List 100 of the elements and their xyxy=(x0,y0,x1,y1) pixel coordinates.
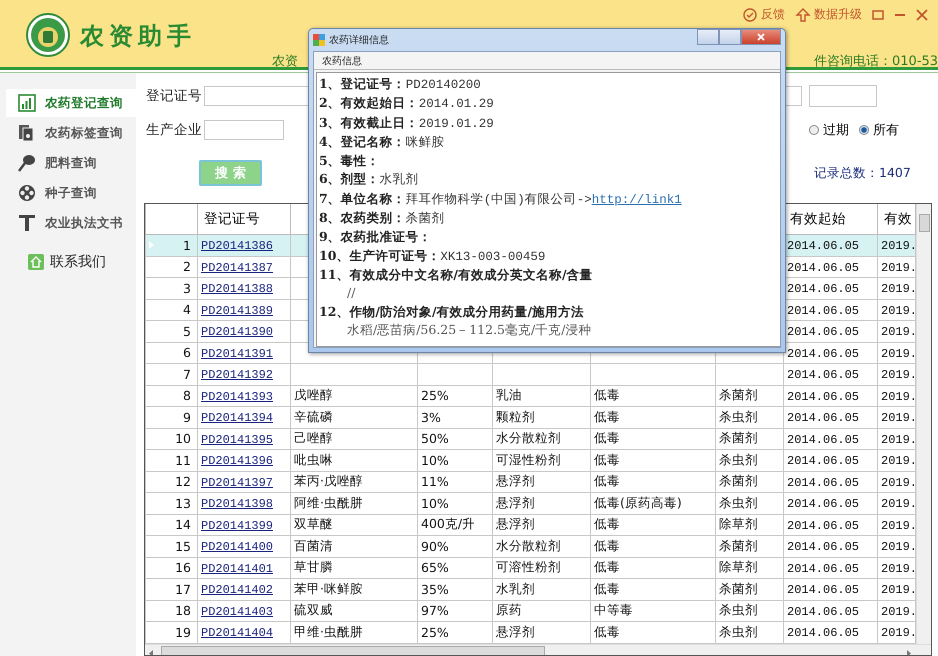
table-cell: 百菌清 xyxy=(294,538,333,553)
table-row[interactable]: 15 PD20141400 百菌清 90% 水分散粒剂 低毒 杀菌剂 2014.06.05 2019. xyxy=(146,536,916,557)
table-row[interactable]: 18 PD20141403 硫双威 97% 原药 中等毒 杀虫剂 2014.06.05 2019. xyxy=(146,600,916,622)
table-cell: 2019. xyxy=(881,476,914,490)
sidebar-item[interactable]: 农药登记查询 xyxy=(6,89,136,117)
feedback-button[interactable]: 反馈 xyxy=(742,6,785,23)
field-label: 登记证号 xyxy=(145,87,203,105)
table-cell: 杀菌剂 xyxy=(719,473,758,488)
column-header: 有效起始 xyxy=(790,211,846,227)
contact-link[interactable]: 联系我们 xyxy=(28,253,136,271)
table-cell: 2019. xyxy=(881,432,914,447)
marquee-text: 农资 xyxy=(272,53,298,70)
table-row[interactable]: 14 PD20141399 双草醚 400克/升 悬浮剂 低毒 除草剂 2014.06.05 2019. xyxy=(146,514,916,536)
radio-button[interactable] xyxy=(809,125,819,135)
table-cell: 辛硫磷 xyxy=(294,408,333,424)
spoon-icon xyxy=(18,154,36,172)
table-row[interactable]: 19 PD20141404 甲维·虫酰肼 25% 悬浮剂 低毒 杀虫剂 2014.06.05 2019. xyxy=(146,622,916,643)
table-cell: 杀虫剂 xyxy=(719,494,758,510)
table-cell: 草甘膦 xyxy=(294,559,333,574)
table-cell: 97% xyxy=(421,603,449,618)
row-number: 13 xyxy=(175,496,191,511)
table-cell: 可湿性粉剂 xyxy=(496,452,561,467)
table-cell: 杀菌剂 xyxy=(719,387,758,402)
table-cell: 2014.06.05 xyxy=(787,390,860,404)
table-cell: 杀菌剂 xyxy=(719,538,758,553)
table-cell: 吡虫啉 xyxy=(294,452,333,467)
table-cell: 2014.06.05 xyxy=(787,260,860,275)
row-number: 9 xyxy=(183,410,191,425)
radio-option[interactable]: 所有 xyxy=(859,121,899,139)
table-row[interactable]: 8 PD20141393 戊唑醇 25% 乳油 低毒 杀菌剂 2014.06.05 2019. xyxy=(146,385,916,406)
detail-label: 7、单位名称： xyxy=(319,190,406,206)
close-button[interactable] xyxy=(741,29,781,45)
sidebar-item[interactable]: 农药标签查询 xyxy=(6,119,136,147)
detail-label: 8、农药类别： xyxy=(319,210,406,226)
dialog-tab[interactable]: 农药信息 xyxy=(314,52,780,70)
table-cell: 低毒 xyxy=(594,387,620,402)
home-icon xyxy=(28,254,44,270)
table-row[interactable]: 17 PD20141402 苯甲·咪鲜胺 35% 水乳剂 低毒 杀菌剂 2014.06.05 2019. xyxy=(146,578,916,600)
row-pointer-icon xyxy=(149,241,154,249)
input-field[interactable] xyxy=(809,85,877,107)
table-cell: 2019. xyxy=(881,346,914,361)
table-cell: 戊唑醇 xyxy=(294,387,333,402)
table-cell: 悬浮剂 xyxy=(496,516,535,532)
scrollbar-thumb[interactable] xyxy=(919,214,930,232)
row-number: 4 xyxy=(183,302,191,318)
detail-value: 2019.01.29 xyxy=(418,116,494,131)
radio-label: 过期 xyxy=(823,122,849,139)
input-field[interactable] xyxy=(204,120,284,140)
table-cell: 2014.06.05 xyxy=(787,239,860,254)
sidebar-item[interactable]: 农业执法文书 xyxy=(6,209,136,237)
table-cell: 10% xyxy=(421,452,449,468)
row-number: 17 xyxy=(175,582,191,597)
maximize-icon[interactable] xyxy=(872,8,884,20)
table-cell: 400克/升 xyxy=(421,516,476,532)
maximize-button[interactable] xyxy=(719,29,741,45)
sidebar-item[interactable]: 种子查询 xyxy=(6,179,136,207)
table-cell: 低毒 xyxy=(594,430,620,446)
row-number: 7 xyxy=(183,366,191,382)
table-row[interactable]: 9 PD20141394 辛硫磷 3% 颗粒剂 低毒 杀虫剂 2014.06.05 2019. xyxy=(146,406,916,428)
table-row[interactable]: 16 PD20141401 草甘膦 65% 可溶性粉剂 低毒 除草剂 2014.06.05 2019. xyxy=(146,557,916,578)
detail-label: 9、农药批准证号： xyxy=(319,229,432,244)
table-cell: 2014.06.05 xyxy=(787,368,860,382)
app-icon xyxy=(313,34,325,46)
radio-button[interactable] xyxy=(859,125,869,135)
radio-option[interactable]: 过期 xyxy=(809,121,849,139)
table-cell: 2019. xyxy=(881,626,914,640)
row-number: 19 xyxy=(175,624,191,640)
row-number: 11 xyxy=(175,452,191,468)
row-number: 2 xyxy=(183,259,191,274)
row-number: 15 xyxy=(175,538,191,554)
table-cell: 悬浮剂 xyxy=(496,624,535,639)
row-number: 3 xyxy=(183,280,191,296)
table-row[interactable]: 10 PD20141395 己唑醇 50% 水分散粒剂 低毒 杀菌剂 2014.06.05 2019. xyxy=(146,428,916,450)
table-cell: 3% xyxy=(421,410,441,425)
row-number: 18 xyxy=(175,603,191,618)
table-cell: 2014.06.05 xyxy=(787,411,860,426)
table-row[interactable]: 13 PD20141398 阿维·虫酰肼 10% 悬浮剂 低毒(原药高毒) 杀虫剂 2014.06.05 2019. xyxy=(146,492,916,514)
company-link[interactable]: http://link1 xyxy=(592,192,682,207)
detail-label: 5、毒性： xyxy=(319,153,380,168)
table-row[interactable]: 12 PD20141397 苯丙·戊唑醇 11% 悬浮剂 低毒 杀菌剂 2014.06.05 2019. xyxy=(146,471,916,492)
table-cell: 低毒 xyxy=(594,538,620,553)
close-icon[interactable] xyxy=(916,8,928,20)
table-cell: 除草剂 xyxy=(719,516,758,532)
sidebar-item[interactable]: 肥料查询 xyxy=(6,149,136,177)
table-cell: 2014.06.05 xyxy=(787,346,860,361)
radio-label: 所有 xyxy=(873,122,899,139)
table-cell: 2014.06.05 xyxy=(787,304,860,318)
upgrade-button[interactable]: 数据升级 xyxy=(795,6,862,23)
detail-textbox[interactable] xyxy=(316,72,780,347)
detail-label: 3、有效截止日： xyxy=(319,114,419,130)
table-cell: 甲维·虫酰肼 xyxy=(294,624,363,639)
minimize-button[interactable] xyxy=(697,29,719,45)
table-cell: 2014.06.05 xyxy=(787,454,860,468)
table-row[interactable]: 7 PD20141392 2014.06.05 2019. xyxy=(146,364,916,385)
table-cell: 杀虫剂 xyxy=(719,452,758,467)
table-row[interactable]: 11 PD20141396 吡虫啉 10% 可湿性粉剂 低毒 杀虫剂 2014.06.05 2019. xyxy=(146,450,916,471)
detail-value: 水稻/恶苗病/56.25－112.5毫克/千克/浸种 xyxy=(347,320,592,339)
table-cell: 2019. xyxy=(881,604,914,619)
table-cell: 低毒 xyxy=(594,473,620,488)
table-cell: 除草剂 xyxy=(719,559,758,574)
